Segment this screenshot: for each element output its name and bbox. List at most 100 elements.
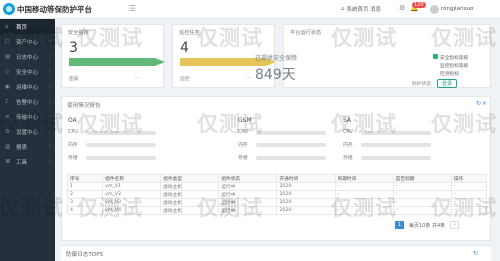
column-header: 开通时间 [276, 174, 336, 183]
table-header: 序号 组件名称 组件类型 组件状态 开通时间 到期时间 是否到期 操作 [66, 174, 488, 183]
column-header: 序号 [66, 174, 104, 183]
footer-title: 防御日志TOP5 [66, 252, 104, 258]
column-header: 组件状态 [218, 174, 278, 183]
next-page-button[interactable]: › [450, 221, 460, 229]
chevron-right-icon: › [48, 83, 51, 90]
card-footer-right: ... [135, 75, 140, 80]
watermark: 仅测试 [0, 196, 64, 220]
watermark: 仅测试 [331, 112, 397, 136]
logo [3, 3, 15, 15]
sidebar-item-9[interactable]: ⌘ 工具 › [0, 154, 55, 169]
chart-icon: ▥ [5, 143, 11, 150]
metric-bar [255, 130, 326, 135]
card-footer-left: 监控 [180, 77, 190, 82]
page-current[interactable]: 1 [395, 221, 404, 229]
refresh-icon[interactable]: ↻ [473, 250, 478, 257]
page-info: 每页10条 共4条 [409, 222, 446, 229]
table-cell: 运行中 [218, 182, 278, 191]
watermark: 仅测试 [197, 112, 263, 136]
legend-list: 安全指标等级 监控指标等级 检测指标 [432, 55, 494, 79]
sidebar-item-3[interactable]: ◇ 安全中心 › [0, 64, 55, 79]
metric-bar [360, 142, 431, 147]
column-header: 操作 [450, 174, 488, 183]
table-cell: 2020- [276, 198, 336, 207]
username[interactable]: rongjiarisuo [441, 6, 473, 12]
metric-bar [360, 155, 431, 160]
alert-count-badge: 120 [412, 2, 426, 8]
watermark: 仅测试 [77, 26, 143, 50]
column-header: 到期时间 [334, 174, 394, 183]
watermark: 仅测试 [0, 112, 64, 136]
chevron-right-icon: › [48, 53, 51, 60]
sidebar-item-5[interactable]: ♪ 告警中心 › [0, 94, 55, 109]
metric-row: 存储 [343, 154, 463, 161]
metric-bar [85, 142, 156, 147]
watermark: 仅测试 [77, 196, 143, 220]
metric-label: 内存 [343, 143, 353, 148]
chevron-right-icon: › [48, 68, 51, 75]
watermark: 仅测试 [331, 196, 397, 220]
sidebar-item-8[interactable]: ▥ 报表 › [0, 139, 55, 154]
message-link[interactable]: 消息 [370, 5, 381, 13]
pagination: 1 每页10条 共4条 › [395, 221, 460, 229]
chevron-right-icon: › [48, 143, 51, 150]
status-label: 防护状态 [412, 82, 432, 87]
login-button[interactable]: 登录 [437, 79, 457, 88]
security-text: 已提供安全保障 [255, 55, 298, 62]
watermark: 仅测试 [331, 26, 397, 50]
table-cell: vm_V1 [102, 182, 162, 191]
table-row[interactable]: 1 vm_V1 虚拟主机 运行中 2020- - - - [66, 182, 488, 191]
refresh-icon[interactable]: ↻ [476, 100, 481, 107]
gear-icon[interactable]: ⚙ [399, 4, 405, 12]
card-footer-right: ... [246, 75, 251, 80]
watermark: 仅测试 [0, 26, 64, 50]
watermark: 仅测试 [431, 196, 497, 220]
avatar[interactable] [430, 5, 439, 14]
security-icon: ◇ [5, 68, 10, 75]
tool-icon: ⌘ [5, 158, 11, 165]
metric-label: 存储 [343, 156, 353, 161]
top-bar: 中国移动等保防护平台 ☰ ⌂ 系统首页 消息 ⚙ 🔔 120 rongjiaris… [0, 0, 500, 19]
progress-bar [69, 58, 165, 66]
column-header: 是否到期 [392, 174, 452, 183]
watermark: 仅测试 [431, 26, 497, 50]
chevron-right-icon: › [48, 158, 51, 165]
log-icon: ▤ [5, 53, 11, 60]
metric-bar [255, 142, 326, 147]
metric-bar [255, 155, 326, 160]
metric-label: 内存 [68, 143, 78, 148]
menu-toggle-icon[interactable]: ☰ [129, 5, 138, 13]
home-icon: ⌂ [341, 6, 345, 12]
metric-row: 内存 [68, 141, 188, 148]
watermark: 仅测试 [197, 26, 263, 50]
metric-row: 存储 [238, 154, 358, 161]
bell-icon: ♪ [5, 98, 9, 105]
legend-item: 检测指标 [440, 72, 459, 77]
chevron-right-icon: › [48, 98, 51, 105]
watermark: 仅测试 [197, 196, 263, 220]
card-footer-left: 图表 [69, 77, 79, 82]
metric-row: 内存 [343, 141, 463, 148]
watermark: 仅测试 [431, 112, 497, 136]
metric-row: 存储 [68, 154, 188, 161]
metric-bar [85, 155, 156, 160]
defense-log-card: 防御日志TOP5 [61, 245, 491, 261]
table-cell: 2020- [276, 190, 336, 199]
metric-label: 存储 [68, 156, 78, 161]
home-link[interactable]: ⌂ 系统首页 [341, 5, 369, 13]
table-cell: - [334, 182, 394, 191]
close-icon[interactable]: × [482, 100, 487, 107]
sidebar-item-4[interactable]: ◉ 运维中心 › [0, 79, 55, 94]
table-cell: 2020- [276, 182, 336, 191]
table-cell: - [392, 182, 452, 191]
table-cell: 1 [66, 182, 104, 191]
column-header: 组件类型 [160, 174, 220, 183]
days-value: 849天 [255, 67, 296, 83]
metric-label: 存储 [238, 156, 248, 161]
legend-item: 安全指标等级 [440, 56, 469, 61]
legend-item: 监控指标等级 [440, 64, 469, 69]
table-cell: 2020- [276, 206, 336, 215]
app-title: 中国移动等保防护平台 [17, 5, 92, 14]
sidebar: ⌂ 首页 □ 资产中心 › ▤ 日志中心 › ◇ 安全中心 › ◉ 运维中心 › ♪ 告警中心 › ≡… [0, 19, 55, 261]
eye-icon: ◉ [5, 83, 10, 90]
